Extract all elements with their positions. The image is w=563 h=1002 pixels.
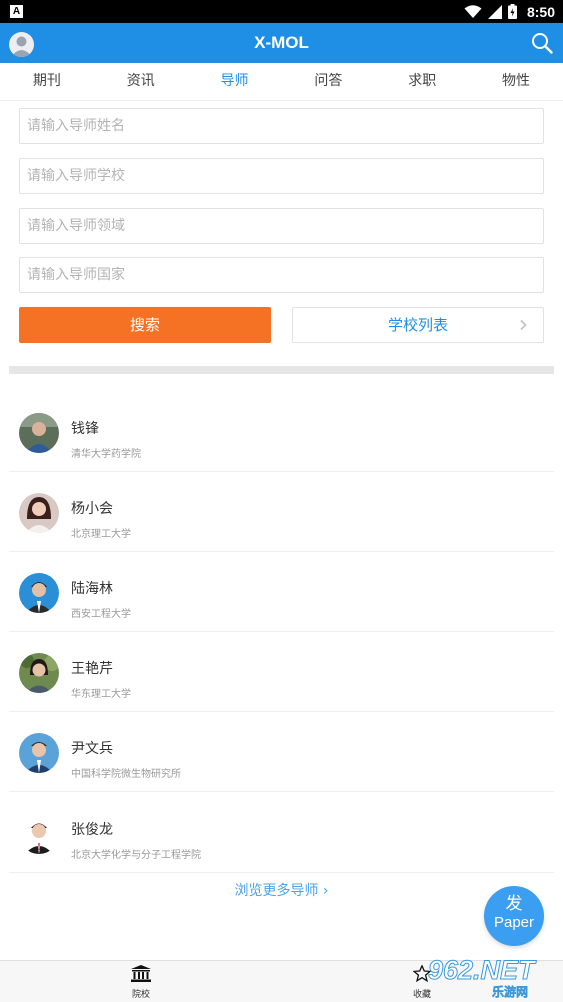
tutor-school-input[interactable] [20,159,543,193]
tutor-school: 华东理工大学 [71,689,131,700]
institution-icon [131,965,151,982]
tab-qa[interactable]: 问答 [281,63,375,100]
tab-jobs[interactable]: 求职 [375,63,469,100]
section-divider [9,366,554,374]
app-header: X-MOL [0,23,563,63]
wifi-icon [464,4,482,18]
tutor-school: 中国科学院微生物研究所 [71,769,181,780]
tutor-country-input[interactable] [20,258,543,292]
tutor-name-input[interactable] [20,109,543,143]
nav-label: 院校 [131,990,150,1000]
tutor-school: 清华大学药学院 [71,449,141,460]
tutor-list-item[interactable]: 张俊龙 北京大学化学与分子工程学院 [9,793,554,873]
category-tabs: 期刊 资讯 导师 问答 求职 物性 [0,63,563,101]
signal-icon [487,4,502,19]
tutor-list-item[interactable]: 钱锋 清华大学药学院 [9,392,554,472]
notification-a-icon: A [10,5,23,18]
tutor-name: 张俊龙 [71,822,113,838]
site-watermark: 962.NET 乐游网 [428,955,563,1002]
tutor-school: 西安工程大学 [71,609,131,620]
tutor-photo [19,493,59,533]
tutor-country-field [19,257,544,293]
tutor-domain-input[interactable] [20,209,543,243]
clock: 8:50 [526,3,555,20]
tutor-photo [19,413,59,453]
nav-item-institutions[interactable]: 院校 [111,965,171,1000]
tutor-name-field [19,108,544,144]
tutor-name: 钱锋 [71,421,99,437]
chevron-right-icon [520,319,527,331]
tutor-name: 杨小会 [71,501,113,517]
battery-icon [507,4,517,19]
tutor-photo [19,573,59,613]
search-button[interactable]: 搜索 [19,307,271,343]
tab-properties[interactable]: 物性 [469,63,563,100]
browse-more-tutors-link[interactable]: 浏览更多导师 › [0,880,563,900]
tab-tutors[interactable]: 导师 [188,63,282,100]
school-list-label: 学校列表 [387,316,448,334]
fab-line1: 发 [505,894,523,914]
fab-line2: Paper [493,914,535,931]
tutor-name: 王艳芹 [71,661,113,677]
tab-journals[interactable]: 期刊 [0,63,94,100]
tutor-school: 北京大学化学与分子工程学院 [71,850,201,861]
tutor-photo [19,814,59,854]
tutor-school-field [19,158,544,194]
tutor-list-item[interactable]: 杨小会 北京理工大学 [9,472,554,552]
watermark-subtext: 乐游网 [492,985,529,1000]
search-icon[interactable] [530,31,554,55]
tutor-name: 陆海林 [71,581,113,597]
school-list-button[interactable]: 学校列表 [292,307,544,343]
tutor-list-item[interactable]: 陆海林 西安工程大学 [9,552,554,632]
tutor-photo [19,653,59,693]
tutor-name: 尹文兵 [71,741,113,757]
publish-paper-button[interactable]: 发 Paper [484,886,544,946]
tutor-list-item[interactable]: 王艳芹 华东理工大学 [9,632,554,712]
status-bar: A 8:50 [0,0,563,23]
tutor-domain-field [19,208,544,244]
tutor-list-item[interactable]: 尹文兵 中国科学院微生物研究所 [9,712,554,792]
tutor-photo [19,733,59,773]
tutor-school: 北京理工大学 [71,529,131,540]
watermark-text: 962.NET [428,955,536,986]
tab-news[interactable]: 资讯 [94,63,188,100]
app-title: X-MOL [254,33,309,52]
